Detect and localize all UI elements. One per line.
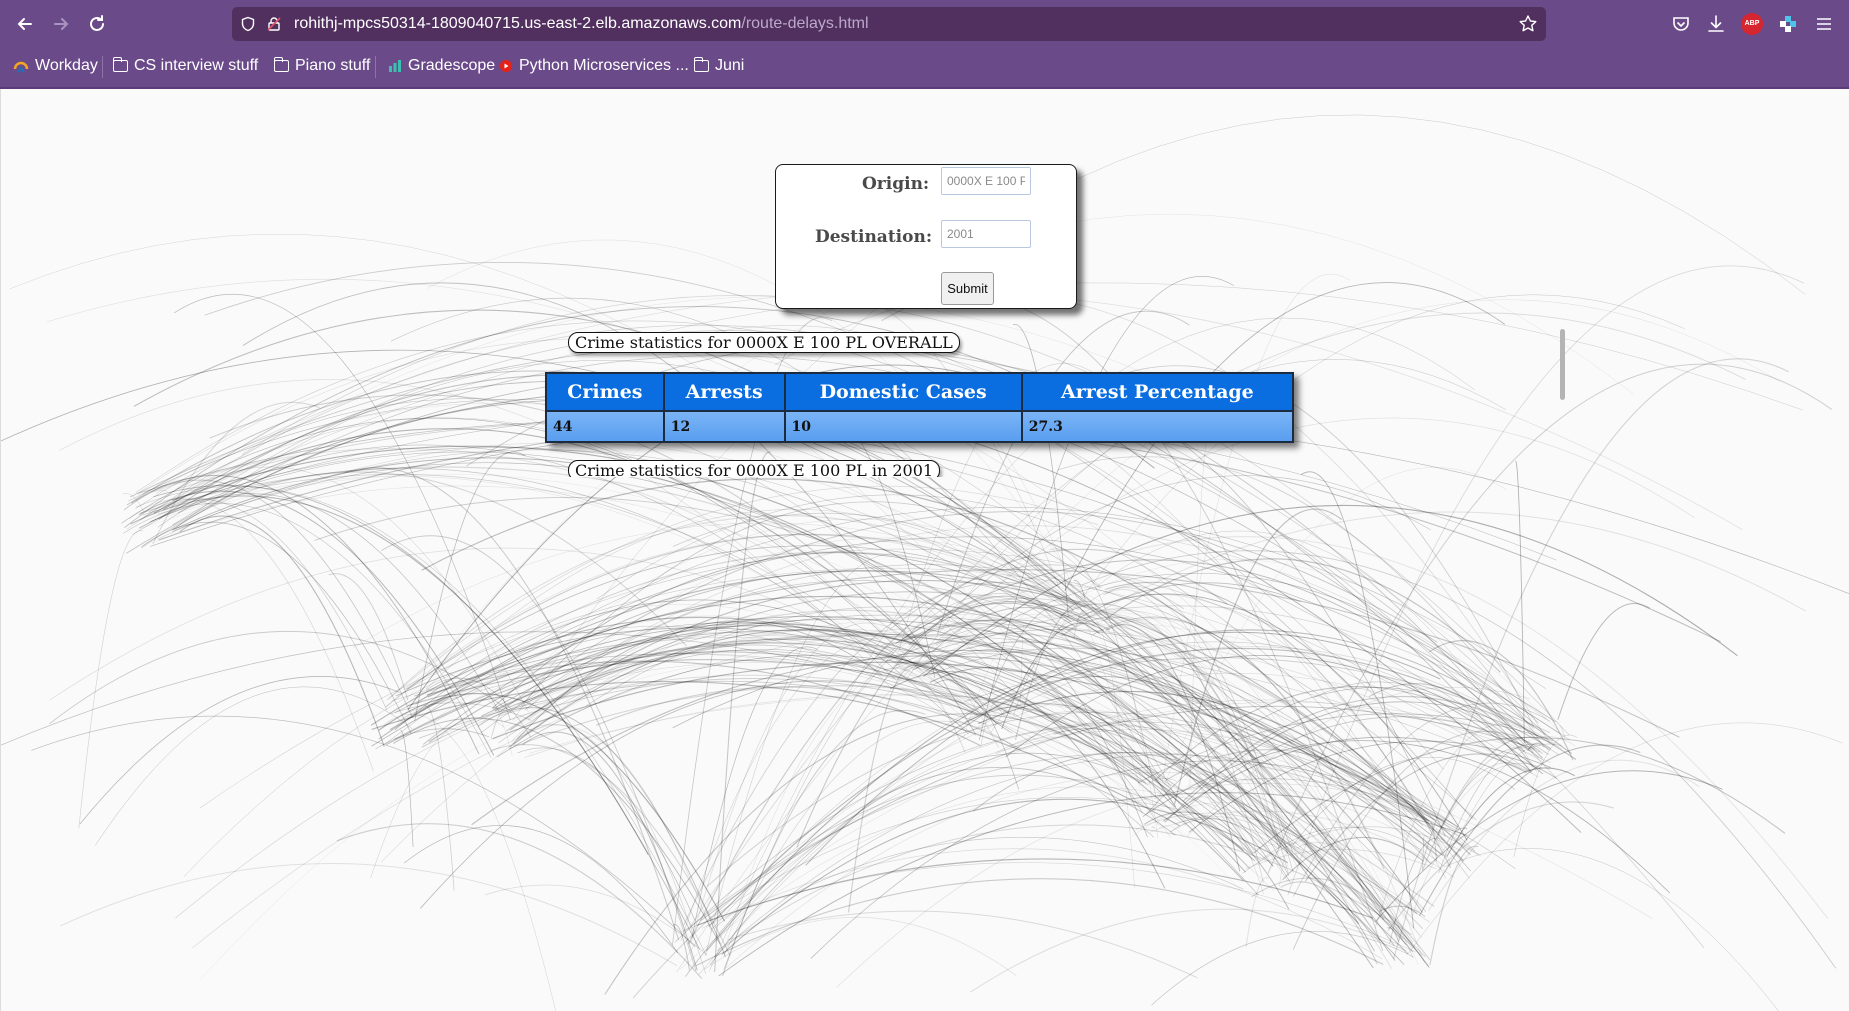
bookmark-piano-stuff[interactable]: Piano stuff (273, 55, 371, 77)
column-header-arrests: Arrests (662, 372, 786, 412)
address-bar[interactable]: rohithj-mpcs50314-1809040715.us-east-2.e… (232, 7, 1546, 41)
adblock-plus-icon[interactable]: ABP (1741, 13, 1763, 35)
table-header-row: Crimes Arrests Domestic Cases Arrest Per… (545, 372, 1295, 412)
url-host: rohithj-mpcs50314-1809040715.us-east-2.e… (294, 15, 742, 32)
cell-arrest-percentage: 27.3 (1020, 410, 1295, 443)
bookmark-label: Juni (715, 57, 745, 74)
downloads-icon[interactable] (1705, 13, 1727, 35)
gradescope-icon (389, 60, 401, 72)
folder-icon (693, 57, 709, 72)
column-header-arrest-percentage: Arrest Percentage (1020, 372, 1295, 412)
back-icon[interactable] (11, 10, 39, 38)
route-form: Origin: Destination: Submit (775, 164, 1077, 309)
origin-label: Origin: (862, 174, 930, 194)
column-header-crimes: Crimes (545, 372, 665, 412)
overall-caption: Crime statistics for 0000X E 100 PL OVER… (568, 332, 960, 353)
destination-input[interactable] (941, 220, 1031, 248)
table-row: 44 12 10 27.3 (545, 410, 1295, 443)
browser-chrome: rohithj-mpcs50314-1809040715.us-east-2.e… (0, 0, 1849, 89)
results-scroll-clip: Crime statistics for 0000X E 100 PL in 2… (1, 457, 1849, 477)
page-content: Origin: Destination: Submit Crime statis… (0, 89, 1849, 1011)
destination-label: Destination: (815, 227, 933, 247)
extension-puzzle-icon[interactable] (1777, 13, 1799, 35)
bookmark-workday[interactable]: Workday (13, 55, 98, 77)
pocket-icon[interactable] (1670, 13, 1692, 35)
bookmark-label: CS interview stuff (134, 57, 259, 74)
column-header-domestic-cases: Domestic Cases (783, 372, 1023, 412)
cell-crimes: 44 (545, 410, 665, 443)
folder-icon (273, 57, 289, 72)
forward-icon[interactable] (47, 10, 75, 38)
url-path: /route-delays.html (741, 15, 869, 32)
submit-button[interactable]: Submit (941, 272, 994, 305)
insecure-lock-icon[interactable] (266, 16, 282, 32)
origin-input[interactable] (941, 167, 1031, 195)
hamburger-menu-icon[interactable] (1813, 13, 1835, 35)
url-text[interactable]: rohithj-mpcs50314-1809040715.us-east-2.e… (294, 15, 869, 33)
bookmark-separator (375, 56, 376, 78)
folder-icon (112, 57, 128, 72)
reload-icon[interactable] (83, 10, 111, 38)
bookmark-gradescope[interactable]: Gradescope (388, 55, 495, 77)
results-scrollbar[interactable] (1560, 329, 1565, 400)
cell-domestic-cases: 10 (783, 410, 1023, 443)
abp-label: ABP (1744, 20, 1760, 27)
tracking-shield-icon[interactable] (240, 16, 256, 32)
bookmark-label: Python Microservices ... (519, 57, 689, 74)
bookmark-separator (102, 56, 103, 78)
bookmark-star-icon[interactable] (1518, 14, 1538, 34)
bookmark-juni[interactable]: Juni (693, 55, 745, 77)
bookmark-label: Gradescope (408, 57, 496, 74)
cell-arrests: 12 (662, 410, 786, 443)
workday-icon (13, 61, 29, 73)
bookmarks-toolbar: Workday CS interview stuff Piano stuff G… (0, 48, 1849, 84)
bookmark-cs-interview-stuff[interactable]: CS interview stuff (112, 55, 259, 77)
youtube-icon (500, 60, 512, 72)
overall-stats-table: Crimes Arrests Domestic Cases Arrest Per… (545, 372, 1295, 443)
year-caption: Crime statistics for 0000X E 100 PL in 2… (568, 460, 941, 477)
bookmark-label: Workday (35, 57, 98, 74)
bookmark-label: Piano stuff (295, 57, 371, 74)
bookmark-python-microservices[interactable]: Python Microservices ... (499, 55, 689, 77)
